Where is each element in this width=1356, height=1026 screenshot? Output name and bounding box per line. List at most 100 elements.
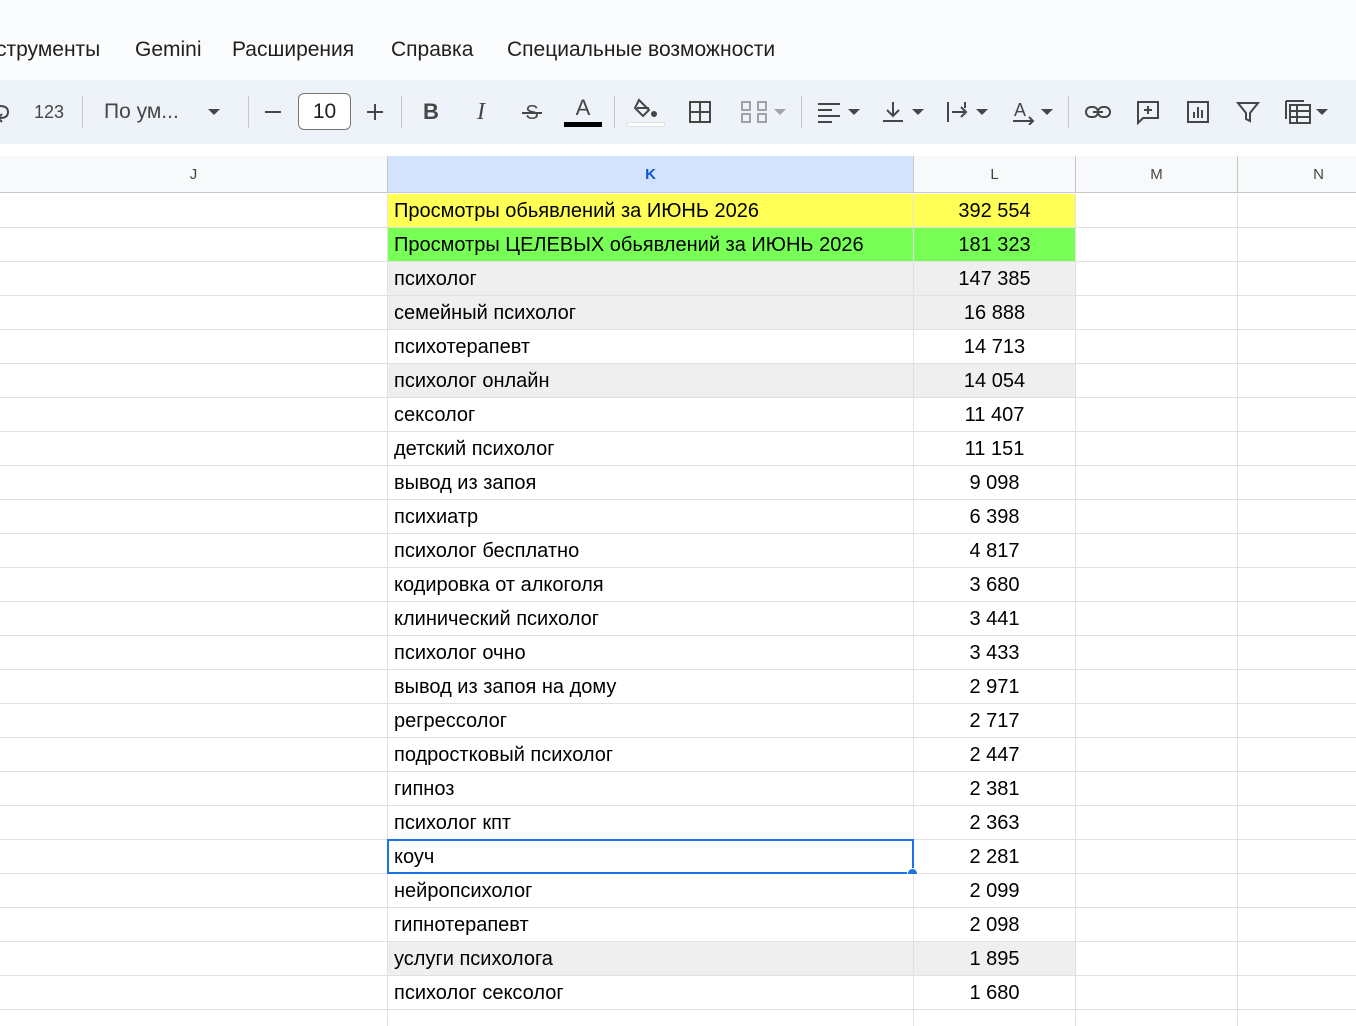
cell-n[interactable] xyxy=(1238,296,1356,330)
cell-k[interactable]: психолог онлайн xyxy=(388,364,914,398)
decrease-decimal-icon[interactable] xyxy=(0,92,14,132)
cell-j[interactable] xyxy=(0,568,388,602)
cell-m[interactable] xyxy=(1076,942,1238,976)
cell-l[interactable]: 3 441 xyxy=(914,602,1076,636)
column-header-l[interactable]: L xyxy=(914,156,1076,193)
cell-m[interactable] xyxy=(1076,772,1238,806)
decrease-font-size-button[interactable] xyxy=(258,92,288,132)
cell-m[interactable] xyxy=(1076,840,1238,874)
cell-j[interactable] xyxy=(0,296,388,330)
column-header-j[interactable]: J xyxy=(0,156,388,193)
cell-n[interactable] xyxy=(1238,568,1356,602)
insert-link-icon[interactable] xyxy=(1080,92,1116,132)
cell-n[interactable] xyxy=(1238,466,1356,500)
cell-m[interactable] xyxy=(1076,568,1238,602)
cell-m[interactable] xyxy=(1076,670,1238,704)
cell-l[interactable]: 3 680 xyxy=(914,568,1076,602)
add-comment-icon[interactable] xyxy=(1130,92,1166,132)
text-wrap-button[interactable] xyxy=(940,92,992,132)
cell-l[interactable]: 16 888 xyxy=(914,296,1076,330)
cell-l[interactable]: 11 407 xyxy=(914,398,1076,432)
cell-l[interactable]: 6 398 xyxy=(914,500,1076,534)
cell-m[interactable] xyxy=(1076,1010,1238,1026)
cell-l[interactable]: 11 151 xyxy=(914,432,1076,466)
cell-n[interactable] xyxy=(1238,908,1356,942)
cell-n[interactable] xyxy=(1238,194,1356,228)
cell-l[interactable]: 14 054 xyxy=(914,364,1076,398)
cell-j[interactable] xyxy=(0,466,388,500)
font-size-input[interactable]: 10 xyxy=(298,93,351,130)
insert-chart-icon[interactable] xyxy=(1180,92,1216,132)
cell-l[interactable]: 1 895 xyxy=(914,942,1076,976)
cell-m[interactable] xyxy=(1076,636,1238,670)
cell-k[interactable]: регрессолог xyxy=(388,704,914,738)
cell-m[interactable] xyxy=(1076,398,1238,432)
table-view-button[interactable] xyxy=(1278,92,1334,132)
cell-j[interactable] xyxy=(0,262,388,296)
cell-k[interactable]: Просмотры ЦЕЛЕВЫХ обьявлений за ИЮНЬ 202… xyxy=(388,228,914,262)
cell-n[interactable] xyxy=(1238,1010,1356,1026)
cell-m[interactable] xyxy=(1076,262,1238,296)
cell-m[interactable] xyxy=(1076,874,1238,908)
cell-k[interactable]: психотерапевт xyxy=(388,330,914,364)
menu-accessibility[interactable]: Специальные возможности xyxy=(507,36,775,64)
cell-m[interactable] xyxy=(1076,704,1238,738)
cell-j[interactable] xyxy=(0,500,388,534)
borders-icon[interactable] xyxy=(682,92,718,132)
cell-k[interactable]: психолог xyxy=(388,262,914,296)
cell-j[interactable] xyxy=(0,228,388,262)
cell-n[interactable] xyxy=(1238,500,1356,534)
cell-k[interactable]: вывод из запоя xyxy=(388,466,914,500)
cell-j[interactable] xyxy=(0,636,388,670)
cell-k[interactable]: психолог бесплатно xyxy=(388,534,914,568)
cell-j[interactable] xyxy=(0,840,388,874)
cell-n[interactable] xyxy=(1238,704,1356,738)
cell-m[interactable] xyxy=(1076,500,1238,534)
cell-m[interactable] xyxy=(1076,602,1238,636)
merge-cells-button[interactable] xyxy=(734,92,792,132)
cell-j[interactable] xyxy=(0,670,388,704)
cell-n[interactable] xyxy=(1238,432,1356,466)
text-rotation-button[interactable]: A xyxy=(1004,92,1058,132)
cell-l[interactable]: 9 098 xyxy=(914,466,1076,500)
cell-l[interactable]: 392 554 xyxy=(914,194,1076,228)
menu-extensions[interactable]: Расширения xyxy=(232,36,354,64)
cell-k[interactable]: Просмотры обьявлений за ИЮНЬ 2026 xyxy=(388,194,914,228)
cell-m[interactable] xyxy=(1076,296,1238,330)
strikethrough-icon[interactable]: S xyxy=(514,92,550,132)
cell-j[interactable] xyxy=(0,772,388,806)
cell-j[interactable] xyxy=(0,1010,388,1026)
bold-icon[interactable]: B xyxy=(414,92,448,132)
cell-k[interactable]: детский психолог xyxy=(388,432,914,466)
cell-j[interactable] xyxy=(0,738,388,772)
vertical-align-button[interactable] xyxy=(876,92,928,132)
cell-j[interactable] xyxy=(0,704,388,738)
column-header-n[interactable]: N xyxy=(1238,156,1356,193)
cell-l[interactable]: 2 381 xyxy=(914,772,1076,806)
cell-k[interactable]: сексолог xyxy=(388,398,914,432)
cell-l[interactable]: 14 713 xyxy=(914,330,1076,364)
column-header-m[interactable]: M xyxy=(1076,156,1238,193)
cell-m[interactable] xyxy=(1076,806,1238,840)
cell-m[interactable] xyxy=(1076,976,1238,1010)
cell-m[interactable] xyxy=(1076,330,1238,364)
cell-k[interactable]: семейный психолог xyxy=(388,296,914,330)
cell-l[interactable]: 147 385 xyxy=(914,262,1076,296)
cell-j[interactable] xyxy=(0,976,388,1010)
cell-l[interactable]: 2 099 xyxy=(914,874,1076,908)
cell-l[interactable]: 1 680 xyxy=(914,976,1076,1010)
increase-font-size-button[interactable] xyxy=(360,92,390,132)
cell-j[interactable] xyxy=(0,806,388,840)
cell-l[interactable]: 2 717 xyxy=(914,704,1076,738)
cell-l[interactable]: 181 323 xyxy=(914,228,1076,262)
cell-n[interactable] xyxy=(1238,670,1356,704)
spreadsheet-grid[interactable]: J K L M N Просмотры обьявлений за ИЮНЬ 2… xyxy=(0,144,1356,1026)
cell-n[interactable] xyxy=(1238,364,1356,398)
cell-m[interactable] xyxy=(1076,908,1238,942)
cell-k[interactable]: коуч xyxy=(388,840,914,874)
cell-m[interactable] xyxy=(1076,194,1238,228)
cell-j[interactable] xyxy=(0,194,388,228)
cell-j[interactable] xyxy=(0,534,388,568)
cell-j[interactable] xyxy=(0,432,388,466)
cell-k[interactable]: вывод из запоя на дому xyxy=(388,670,914,704)
